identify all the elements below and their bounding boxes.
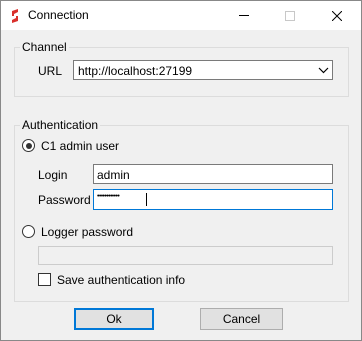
url-label: URL: [38, 64, 63, 78]
authentication-group-label: Authentication: [20, 118, 101, 132]
minimize-icon: [239, 15, 249, 16]
password-masked-value: ••••••••••••: [97, 193, 120, 200]
maximize-icon: [285, 10, 295, 21]
password-field[interactable]: ••••••••••••: [93, 189, 333, 210]
close-icon: [332, 10, 342, 21]
window-title: Connection: [28, 8, 89, 22]
logger-password-radio[interactable]: [22, 225, 35, 238]
save-auth-label[interactable]: Save authentication info: [57, 273, 185, 287]
login-label: Login: [38, 168, 68, 182]
minimize-button[interactable]: [221, 1, 267, 30]
close-button[interactable]: [314, 1, 360, 30]
chevron-down-icon[interactable]: [318, 65, 329, 76]
app-logo-icon: [12, 9, 18, 23]
c1-admin-radio[interactable]: [22, 139, 35, 152]
logger-password-field[interactable]: [38, 246, 333, 265]
login-field[interactable]: admin: [93, 164, 333, 184]
maximize-button[interactable]: [267, 1, 313, 30]
logger-password-label[interactable]: Logger password: [41, 225, 133, 239]
title-bar[interactable]: Connection: [1, 1, 361, 30]
url-combobox[interactable]: http://localhost:27199: [73, 60, 333, 80]
password-label: Password: [38, 193, 91, 207]
connection-dialog: Connection Channel URL http://localhost:…: [0, 0, 362, 341]
ok-button[interactable]: Ok: [74, 308, 154, 330]
c1-admin-label[interactable]: C1 admin user: [41, 139, 119, 153]
cancel-button[interactable]: Cancel: [200, 308, 283, 330]
login-value: admin: [97, 168, 130, 182]
radio-selected-dot: [25, 142, 32, 149]
save-auth-checkbox[interactable]: [38, 273, 51, 286]
url-value: http://localhost:27199: [78, 64, 193, 78]
text-caret: [146, 193, 147, 206]
channel-group-label: Channel: [20, 40, 69, 54]
